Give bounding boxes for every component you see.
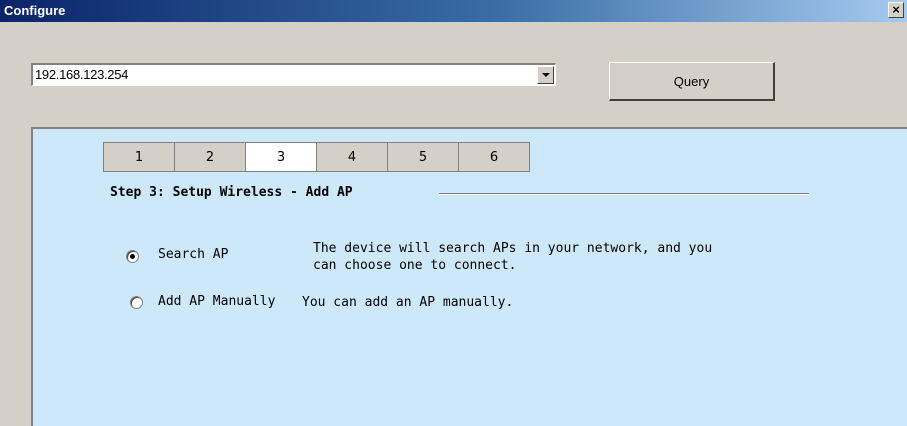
- tab-step-6[interactable]: 6: [458, 142, 530, 172]
- tab-step-3[interactable]: 3: [245, 142, 317, 172]
- tab-step-2[interactable]: 2: [174, 142, 246, 172]
- add-ap-manually-label[interactable]: Add AP Manually: [158, 294, 275, 309]
- heading-divider: [439, 193, 809, 195]
- step-tabs: 1 2 3 4 5 6: [103, 142, 530, 172]
- tab-step-4[interactable]: 4: [316, 142, 388, 172]
- tab-step-1[interactable]: 1: [103, 142, 175, 172]
- add-ap-manually-description: You can add an AP manually.: [302, 295, 514, 310]
- tab-step-5[interactable]: 5: [387, 142, 459, 172]
- device-address-value: 192.168.123.254: [35, 67, 129, 82]
- close-icon: ×: [892, 2, 900, 17]
- title-bar: Configure ×: [0, 0, 907, 22]
- search-ap-description-line1: The device will search APs in your netwo…: [313, 241, 713, 256]
- search-ap-label[interactable]: Search AP: [158, 247, 228, 262]
- query-button[interactable]: Query: [609, 62, 775, 101]
- close-button[interactable]: ×: [888, 2, 904, 18]
- step-heading: Step 3: Setup Wireless - Add AP: [110, 185, 353, 200]
- add-ap-manually-radio[interactable]: [130, 296, 143, 309]
- device-address-combobox[interactable]: 192.168.123.254: [31, 63, 556, 86]
- search-ap-description-line2: can choose one to connect.: [313, 258, 517, 273]
- chevron-down-icon[interactable]: [537, 66, 554, 84]
- search-ap-radio[interactable]: [126, 250, 139, 263]
- window-title: Configure: [4, 3, 66, 18]
